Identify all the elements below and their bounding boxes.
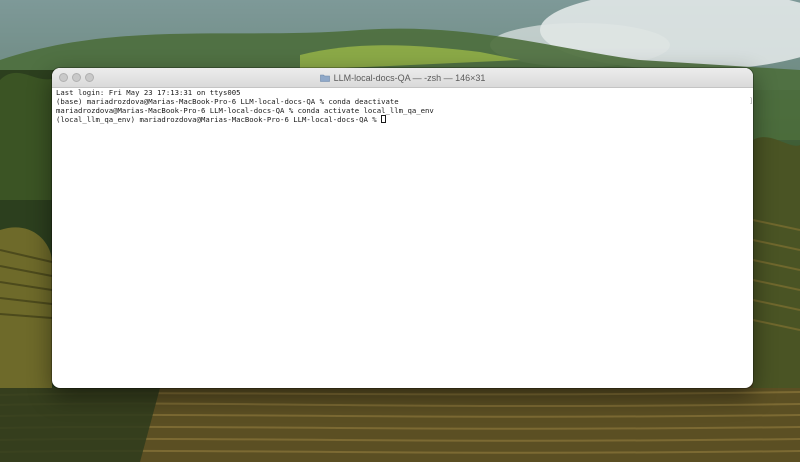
terminal-line-deactivate: (base) mariadrozdova@Marias-MacBook-Pro-… [56, 97, 399, 106]
line-mark-bracket: ] [749, 97, 753, 105]
window-title: LLM-local-docs-QA — -zsh — 146×31 [333, 72, 486, 83]
folder-icon [319, 74, 330, 82]
window-title-group: LLM-local-docs-QA — -zsh — 146×31 [52, 68, 753, 87]
terminal-output[interactable]: Last login: Fri May 23 17:13:31 on ttys0… [52, 88, 753, 388]
terminal-prompt-line[interactable]: (local_llm_qa_env) mariadrozdova@Marias-… [56, 115, 749, 124]
terminal-prompt: (local_llm_qa_env) mariadrozdova@Marias-… [56, 115, 382, 124]
text-cursor [381, 115, 387, 123]
terminal-line-activate: mariadrozdova@Marias-MacBook-Pro-6 LLM-l… [56, 106, 434, 115]
terminal-window[interactable]: LLM-local-docs-QA — -zsh — 146×31 Last l… [52, 68, 753, 388]
terminal-line-login: Last login: Fri May 23 17:13:31 on ttys0… [56, 88, 241, 97]
title-bar[interactable]: LLM-local-docs-QA — -zsh — 146×31 [52, 68, 753, 88]
